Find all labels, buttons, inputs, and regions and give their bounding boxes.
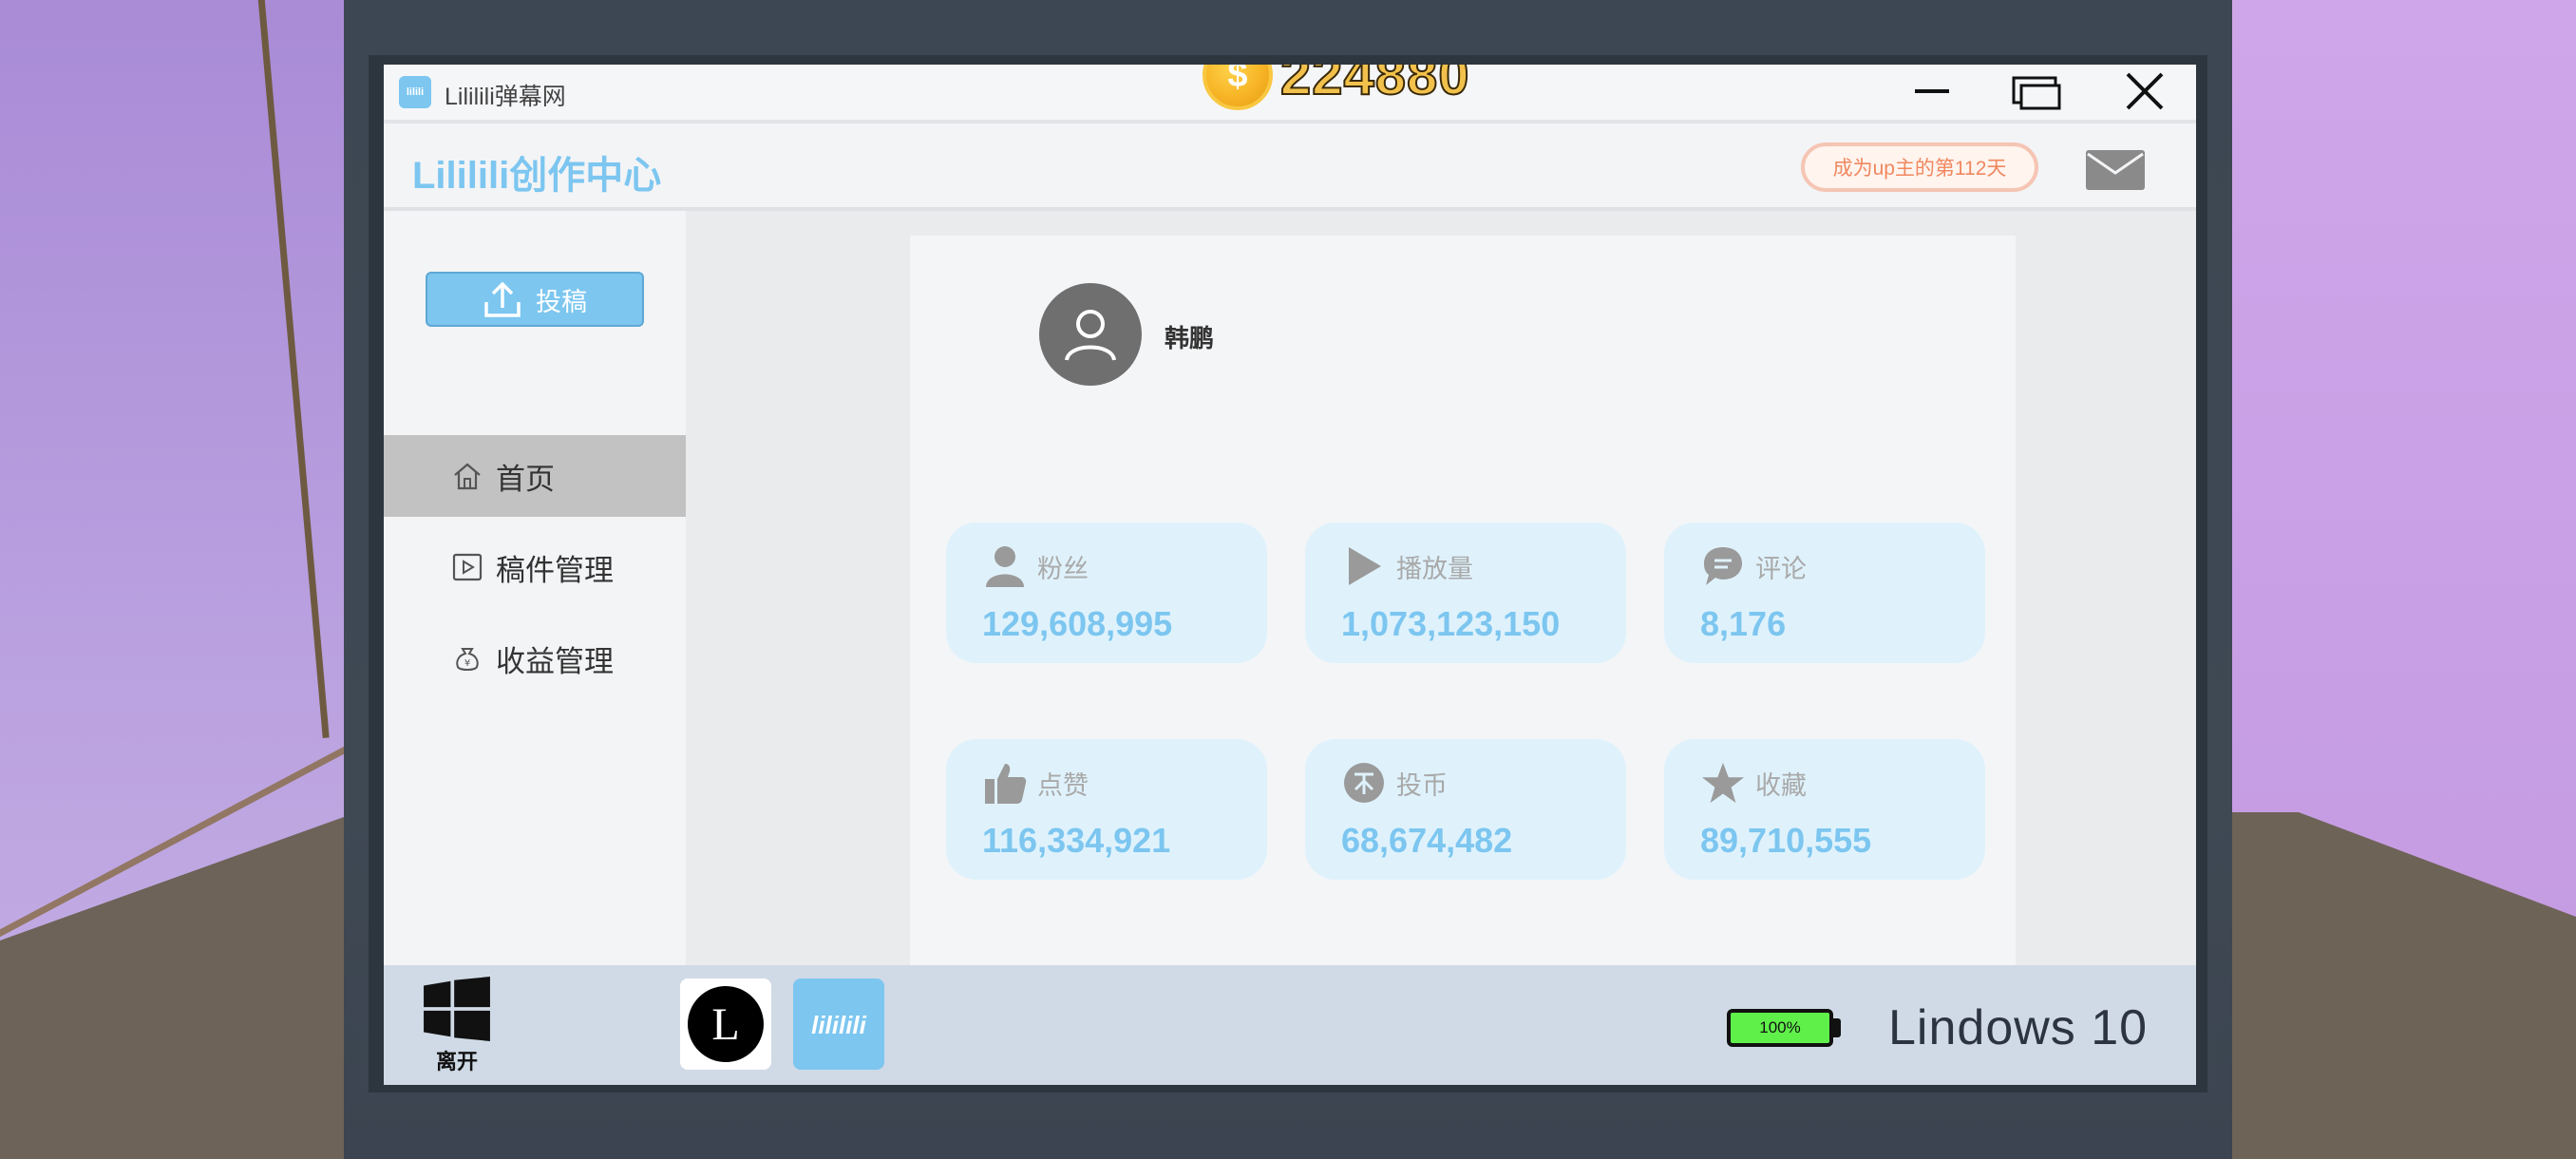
sidebar-item-home[interactable]: 首页 [384,435,686,517]
dollar-coin-icon: $ [1203,65,1273,110]
upload-button[interactable]: 投稿 [426,272,644,327]
windows-logo-icon [424,977,490,1041]
window-title: Lililili弹幕网 [445,84,566,110]
stat-value: 68,674,482 [1341,821,1513,860]
coin-icon [1341,760,1387,806]
stat-card-coins: 投币 68,674,482 [1305,739,1626,880]
profile-card: 韩鹏 粉丝 129,608,995 播放量 1,073,123,150 评论 8… [910,236,2016,965]
stat-label: 收藏 [1755,770,1807,800]
upload-label: 投稿 [536,287,587,316]
coin-counter: $ 224880 [1203,65,1470,110]
restore-icon [2012,76,2061,110]
stat-card-followers: 粉丝 129,608,995 [946,522,1267,663]
up-days-badge: 成为up主的第112天 [1801,142,2038,192]
taskbar-app-lililili[interactable]: lililili [793,978,884,1070]
maximize-button[interactable] [2008,70,2065,114]
comment-icon [1700,543,1746,589]
upload-icon [484,281,521,317]
user-icon [1065,310,1116,361]
sidebar-item-label: 稿件管理 [496,553,614,587]
coin-count: 224880 [1279,65,1470,107]
stat-card-favorites: 收藏 89,710,555 [1664,739,1985,880]
star-icon [1700,760,1746,806]
svg-text:¥: ¥ [464,658,470,669]
video-icon [450,550,484,584]
person-icon [982,543,1028,589]
stat-label: 播放量 [1396,554,1473,583]
minimize-button[interactable] [1904,70,1960,114]
sidebar: 投稿 首页 稿件管理 ¥ 收益管理 [384,211,686,965]
money-bag-icon: ¥ [450,641,484,675]
taskbar-app-l[interactable]: L [680,978,771,1070]
svg-text:lililili: lililili [811,1011,867,1039]
main-content: 韩鹏 粉丝 129,608,995 播放量 1,073,123,150 评论 8… [686,211,2196,965]
stat-value: 89,710,555 [1700,821,1872,860]
stat-label: 粉丝 [1037,554,1089,583]
battery-tip [1833,1018,1841,1037]
stat-value: 129,608,995 [982,604,1173,643]
stat-card-comments: 评论 8,176 [1664,522,1985,663]
stat-value: 1,073,123,150 [1341,604,1561,643]
start-label: 离开 [435,1050,478,1074]
os-name: Lindows 10 [1888,1000,2149,1055]
stat-label: 投币 [1396,770,1448,800]
stat-value: 116,334,921 [982,821,1171,860]
sidebar-item-earnings[interactable]: ¥ 收益管理 [384,618,686,699]
start-button[interactable]: 离开 [414,977,500,1075]
computer-screen: lilili Lililili弹幕网 Lililili创作中心 成为up主的第1… [384,65,2196,1085]
username: 韩鹏 [1165,324,1215,352]
close-icon [2126,72,2164,110]
mail-icon [2086,150,2145,190]
lililili-app-icon: lililili [811,1011,867,1039]
taskbar: 离开 L lililili 100% Lindows 10 [384,965,2196,1085]
stat-label: 评论 [1755,554,1807,583]
lililili-app-icon: lilili [399,76,431,108]
play-icon [1341,543,1387,589]
sidebar-item-label: 收益管理 [496,644,614,678]
minimize-icon [1915,89,1949,93]
stat-value: 8,176 [1700,604,1787,643]
stat-label: 点赞 [1037,770,1089,800]
avatar[interactable] [1039,283,1142,386]
mail-button[interactable] [2084,148,2147,192]
close-button[interactable] [2116,70,2173,114]
home-icon [450,459,484,493]
stat-card-views: 播放量 1,073,123,150 [1305,522,1626,663]
sidebar-item-label: 首页 [496,462,555,496]
thumbs-up-icon [982,760,1028,806]
svg-text:L: L [711,999,739,1050]
l-app-icon: L [688,986,764,1062]
battery-indicator: 100% [1727,1009,1833,1047]
stat-card-likes: 点赞 116,334,921 [946,739,1267,880]
sidebar-item-manuscripts[interactable]: 稿件管理 [384,526,686,608]
app-header: Lililili创作中心 成为up主的第112天 [384,124,2196,211]
app-brand: Lililili创作中心 [412,155,662,197]
